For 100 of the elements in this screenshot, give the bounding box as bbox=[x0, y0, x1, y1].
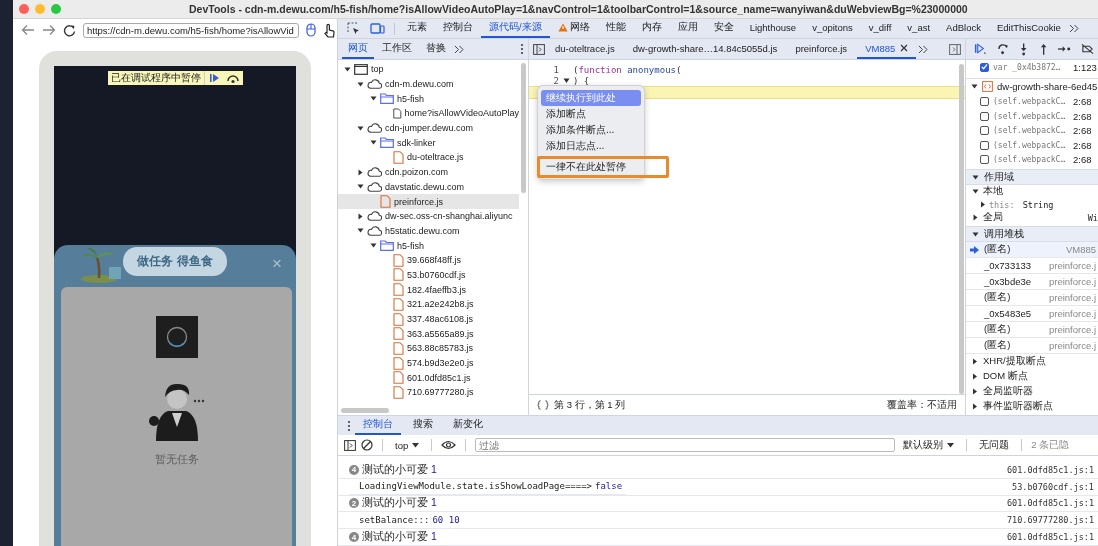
section-header[interactable]: 调用堆栈 bbox=[966, 226, 1098, 242]
step-over-button[interactable] bbox=[224, 72, 241, 84]
checkbox[interactable] bbox=[980, 140, 989, 150]
source-link[interactable]: 601.0dfd85c1.js:1 bbox=[1007, 532, 1094, 543]
tree-item[interactable]: 601.0dfd85c1.js bbox=[338, 370, 519, 386]
scope-variable[interactable]: this: String bbox=[966, 198, 1098, 211]
tree-item[interactable]: cdn-jumper.dewu.com bbox=[338, 120, 519, 136]
more-tabs-icon[interactable] bbox=[454, 44, 464, 54]
forward-icon[interactable] bbox=[42, 24, 56, 36]
panel-tab[interactable]: 控制台 bbox=[435, 19, 481, 38]
tree-item[interactable]: 321.a2e242b8.js bbox=[338, 297, 519, 312]
eye-icon[interactable] bbox=[441, 440, 457, 450]
breakpoint-file-header[interactable]: dw-growth-share-6ed45 bbox=[966, 77, 1098, 95]
panel-tab[interactable]: 网络 bbox=[549, 19, 598, 38]
navigator-tab[interactable]: 工作区 bbox=[376, 39, 418, 59]
tree-item[interactable]: h5static.dewu.com bbox=[338, 223, 519, 239]
expand-arrow-icon[interactable] bbox=[357, 212, 364, 220]
tree-item[interactable]: 182.4faeffb3.js bbox=[338, 282, 519, 297]
tree-item[interactable]: du-oteltrace.js bbox=[338, 150, 519, 165]
sidebar-toggle-icon[interactable] bbox=[949, 43, 961, 55]
panel-tab[interactable]: 内存 bbox=[633, 19, 670, 38]
reload-icon[interactable] bbox=[63, 23, 76, 37]
file-tab[interactable]: dw-growth-share…14.84c5055d.js bbox=[624, 39, 786, 59]
mouse-icon[interactable] bbox=[306, 23, 316, 37]
panel-tab[interactable]: v_opitons bbox=[804, 19, 861, 38]
tree-item[interactable]: 53.b0760cdf.js bbox=[338, 267, 519, 283]
collapse-arrow-icon[interactable] bbox=[971, 83, 978, 90]
menu-item[interactable]: 一律不在此处暂停 bbox=[537, 156, 669, 178]
panel-tab[interactable]: 应用 bbox=[669, 19, 706, 38]
call-frame[interactable]: (匿名) preinforce.j bbox=[966, 322, 1098, 338]
section-header[interactable]: DOM 断点 bbox=[966, 369, 1098, 384]
more-options-icon[interactable] bbox=[520, 43, 524, 55]
more-options-icon[interactable] bbox=[347, 419, 351, 432]
tree-item[interactable]: dw-sec.oss-cn-shanghai.aliyunc bbox=[338, 208, 519, 224]
tree-item[interactable]: 574.b9d3e2e0.js bbox=[338, 355, 519, 371]
step-out-icon[interactable] bbox=[1038, 42, 1048, 56]
panel-tab[interactable]: v_diff bbox=[860, 19, 900, 38]
url-field[interactable]: https://cdn-m.dewu.com/h5-fish/home?isAllowVid bbox=[83, 22, 299, 38]
fold-arrow-icon[interactable] bbox=[563, 77, 570, 84]
menu-item[interactable]: 添加日志点... bbox=[541, 138, 641, 154]
collapse-arrow-icon[interactable] bbox=[357, 124, 364, 132]
collapse-arrow-icon[interactable] bbox=[370, 139, 377, 147]
tree-item[interactable]: h5-fish bbox=[338, 238, 519, 253]
touch-icon[interactable] bbox=[323, 22, 337, 38]
step-over-icon[interactable] bbox=[997, 43, 1010, 55]
collapse-arrow-icon[interactable] bbox=[357, 227, 364, 235]
more-tabs-icon[interactable] bbox=[1068, 24, 1079, 33]
menu-item[interactable]: 添加条件断点... bbox=[541, 122, 641, 138]
tree-item[interactable]: 337.48ac6108.js bbox=[338, 311, 519, 327]
tree-item[interactable]: cdn.poizon.com bbox=[338, 164, 519, 180]
step-into-icon[interactable] bbox=[1019, 42, 1029, 56]
tree-item[interactable]: 39.668f48ff.js bbox=[338, 252, 519, 268]
call-frame[interactable]: (匿名) preinforce.j bbox=[966, 338, 1098, 354]
collapse-arrow-icon[interactable] bbox=[370, 242, 377, 250]
context-select[interactable]: top bbox=[392, 439, 423, 451]
step-icon[interactable] bbox=[1057, 44, 1071, 54]
resume-icon[interactable] bbox=[974, 43, 988, 55]
tree-item[interactable]: 563.88c85783.js bbox=[338, 341, 519, 356]
scrollbar-thumb[interactable] bbox=[341, 407, 389, 413]
clear-console-icon[interactable] bbox=[361, 439, 373, 451]
tree-item[interactable]: top bbox=[338, 62, 519, 77]
file-tab[interactable]: du-oteltrace.js bbox=[547, 39, 623, 59]
section-header[interactable]: XHR/提取断点 bbox=[966, 354, 1098, 369]
source-link[interactable]: 710.69777280.js:1 bbox=[1007, 515, 1094, 526]
scrollbar-thumb[interactable] bbox=[521, 63, 526, 193]
scrollbar-thumb[interactable] bbox=[959, 64, 964, 394]
checkbox[interactable] bbox=[980, 62, 989, 72]
expand-arrow-icon[interactable] bbox=[357, 168, 364, 176]
tree-item[interactable]: preinforce.js bbox=[338, 194, 519, 209]
scope-item[interactable]: 本地 bbox=[966, 185, 1098, 198]
collapse-arrow-icon[interactable] bbox=[357, 80, 364, 88]
collapse-arrow-icon[interactable] bbox=[344, 65, 351, 73]
panel-tab[interactable]: 元素 bbox=[399, 19, 435, 38]
collapse-arrow-icon[interactable] bbox=[357, 183, 364, 191]
scope-item[interactable]: 全局 Wi bbox=[966, 211, 1098, 224]
panel-tab[interactable]: EditThisCookie bbox=[988, 19, 1069, 38]
drawer-tab[interactable]: 搜索 bbox=[405, 416, 441, 435]
tree-item[interactable]: home?isAllowVideoAutoPlay bbox=[338, 106, 519, 121]
checkbox[interactable] bbox=[980, 126, 989, 136]
checkbox[interactable] bbox=[980, 97, 989, 107]
section-header[interactable]: 作用域 bbox=[966, 169, 1098, 185]
file-tab[interactable]: VM885 bbox=[857, 39, 917, 59]
panel-tab[interactable]: v_ast bbox=[899, 19, 939, 38]
navigator-tab[interactable]: 替换 bbox=[420, 39, 452, 59]
menu-item[interactable]: 添加断点 bbox=[541, 106, 641, 122]
source-link[interactable]: 601.0dfd85c1.js:1 bbox=[1007, 464, 1094, 475]
collapse-arrow-icon[interactable] bbox=[370, 95, 377, 103]
inspect-icon[interactable] bbox=[347, 22, 360, 35]
call-frame[interactable]: (匿名) preinforce.j bbox=[966, 290, 1098, 306]
section-header[interactable]: 全局监听器 bbox=[966, 384, 1098, 399]
tree-item[interactable]: h5-fish bbox=[338, 91, 519, 107]
deactivate-breakpoints-icon[interactable] bbox=[1080, 43, 1094, 55]
more-tabs-icon[interactable] bbox=[918, 44, 929, 54]
panel-tab[interactable]: 性能 bbox=[597, 19, 634, 38]
navigator-tab[interactable]: 网页 bbox=[342, 39, 374, 59]
issues-button[interactable]: 无问题 bbox=[976, 438, 1013, 452]
sidebar-toggle-icon[interactable] bbox=[533, 43, 545, 55]
tree-item[interactable]: 363.a5565a89.js bbox=[338, 326, 519, 342]
panel-tab[interactable]: AdBlock bbox=[938, 19, 989, 38]
tree-item[interactable]: 710.69777280.js bbox=[338, 385, 519, 400]
